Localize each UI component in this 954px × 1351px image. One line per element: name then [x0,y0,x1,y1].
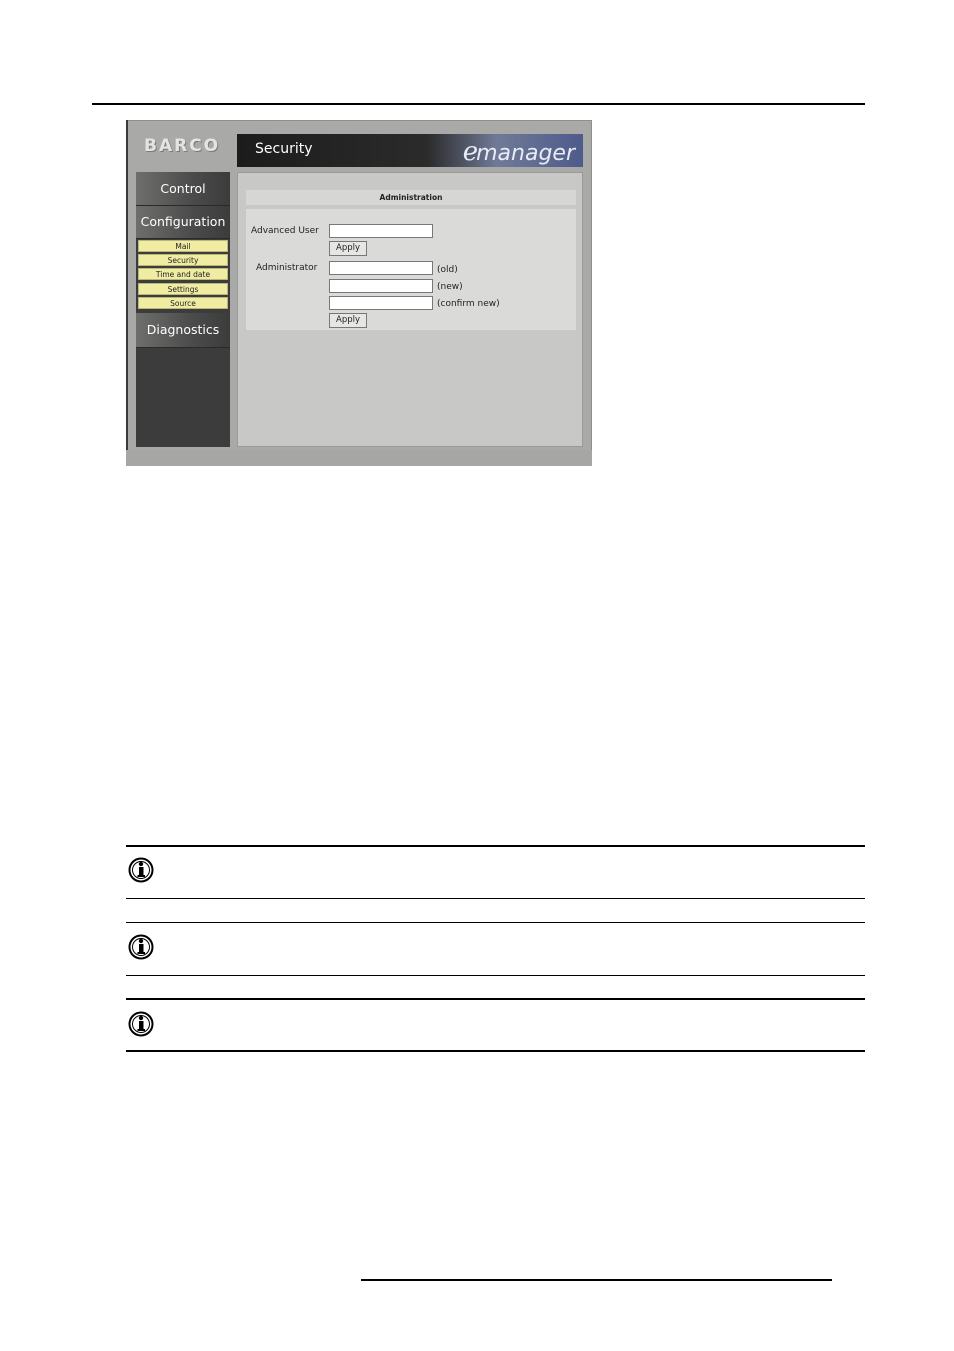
nav-control[interactable]: Control [136,172,230,206]
content-area: Administration Advanced User Apply Admin… [237,172,583,447]
page-footer-rule [361,1279,832,1281]
info-icon [128,934,154,960]
administration-panel: Advanced User Apply Administrator (old) … [246,209,576,330]
barco-logo: BARCO [144,136,221,156]
note-3-top-rule [126,998,865,1000]
subnav-time-and-date[interactable]: Time and date [138,268,228,280]
page-header-bar: Security emanager [237,134,583,167]
emanager-brand: emanager [463,137,575,167]
old-hint: (old) [437,265,458,275]
subnav-source[interactable]: Source [138,297,228,309]
note-2-bottom-rule [126,975,865,976]
nav-configuration[interactable]: Configuration [136,206,230,239]
frame-bottom [126,450,592,466]
subnav-security[interactable]: Security [138,254,228,266]
nav-diagnostics[interactable]: Diagnostics [136,313,230,348]
section-title: Administration [246,190,576,205]
sidebar-fill [136,348,230,447]
advanced-user-password-field[interactable] [329,224,433,238]
subnav-settings[interactable]: Settings [138,283,228,295]
note-1-bottom-rule [126,898,865,899]
administrator-label: Administrator [256,263,318,273]
info-icon [128,857,154,883]
administrator-confirm-password-field[interactable] [329,296,433,310]
info-icon [128,1011,154,1037]
subnav-mail[interactable]: Mail [138,240,228,252]
new-hint: (new) [437,282,463,292]
frame-edge [126,120,128,466]
brand-manager: manager [476,141,575,166]
advanced-user-label: Advanced User [251,226,319,236]
note-3-bottom-rule [126,1050,865,1052]
note-1-top-rule [126,845,865,847]
emanager-screenshot: BARCO Control Configuration Mail Securit… [126,120,592,466]
page-title: Security [255,141,313,157]
page-header-rule [92,103,865,105]
administrator-old-password-field[interactable] [329,261,433,275]
note-2-top-rule [126,922,865,923]
apply-advanced-user-button[interactable]: Apply [329,241,367,256]
apply-administrator-button[interactable]: Apply [329,313,367,328]
administrator-new-password-field[interactable] [329,279,433,293]
sidebar: Control Configuration Mail Security Time… [136,172,230,447]
confirm-new-hint: (confirm new) [437,299,500,309]
